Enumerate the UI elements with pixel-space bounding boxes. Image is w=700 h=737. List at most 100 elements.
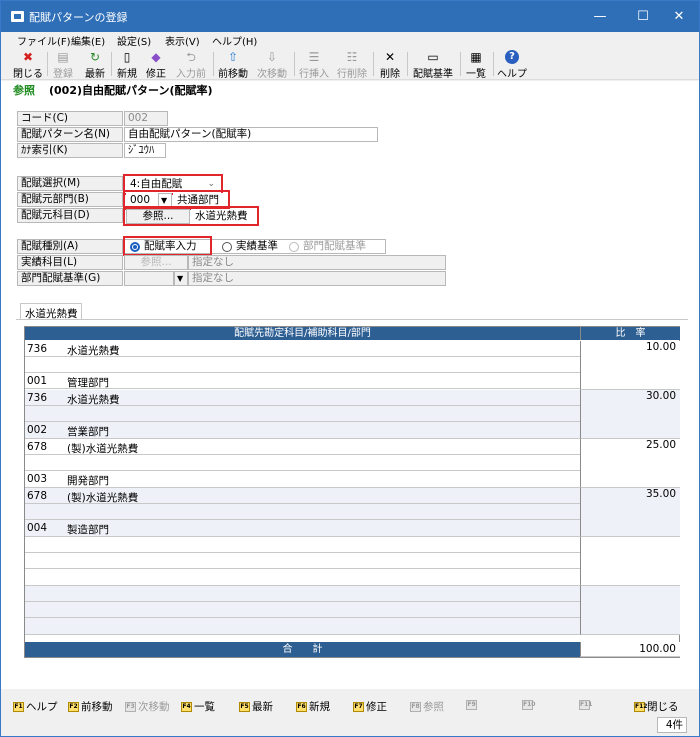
actual-account-value: 指定なし	[188, 255, 446, 270]
table-row[interactable]: 003 開発部門	[25, 471, 580, 488]
fkey-f9: F9	[466, 699, 479, 711]
table-row[interactable]	[25, 537, 580, 553]
menu-file[interactable]: ファイル(F)	[17, 33, 71, 48]
fkey-f12-close[interactable]: F12閉じる	[634, 699, 679, 714]
ratio-cell[interactable]	[580, 537, 680, 586]
table-row[interactable]	[25, 357, 580, 373]
fkey-f2-prev[interactable]: F2 前移動	[68, 699, 113, 714]
toolbar-new-button[interactable]: ▯ 新規	[115, 49, 139, 80]
grid-header-target: 配賦先勘定科目/補助科目/部門	[25, 327, 580, 340]
close-window-button[interactable]: ✕	[657, 1, 699, 32]
tab-water-utility[interactable]: 水道光熱費	[20, 303, 82, 320]
toolbar-prev-button[interactable]: ⇧ 前移動	[216, 49, 250, 80]
register-icon: ▤	[57, 50, 69, 64]
toolbar-separator	[407, 52, 408, 76]
toolbar-insert-row-button[interactable]: ☰ 行挿入	[297, 49, 331, 80]
radio-actual-base-label[interactable]: 実績基準	[236, 240, 278, 253]
pattern-name-field[interactable]: 自由配賦パターン(配賦率)	[124, 127, 378, 142]
function-key-icon: F1	[13, 702, 24, 712]
fkey-f5-refresh[interactable]: F5 最新	[239, 699, 273, 714]
toolbar-register-button[interactable]: ▤ 登録	[51, 49, 75, 80]
title-bar[interactable]: 配賦パターンの登録 — ☐ ✕	[1, 1, 699, 32]
ratio-cell[interactable]: 30.00	[580, 390, 680, 439]
table-row[interactable]: 736 水道光熱費	[25, 341, 580, 357]
menu-help[interactable]: ヘルプ(H)	[212, 33, 257, 48]
table-row[interactable]	[25, 569, 580, 586]
grid-total-value: 100.00	[580, 642, 680, 657]
allocation-grid: 配賦先勘定科目/補助科目/部門 比 率 736 水道光熱費 001 管理部門 10.…	[24, 326, 680, 658]
function-key-bar: F1 ヘルプ F2 前移動 F3 次移動 F4 一覧 F5 最新 F6 新規 F7 修正 F8…	[1, 689, 699, 736]
table-row[interactable]: 002 営業部門	[25, 422, 580, 439]
grid-total-label: 合 計	[25, 642, 580, 657]
new-document-icon: ▯	[123, 50, 131, 64]
function-key-icon: F8	[410, 702, 421, 712]
toolbar-separator	[213, 52, 214, 76]
toolbar-separator	[47, 52, 48, 76]
table-row[interactable]	[25, 455, 580, 471]
table-row[interactable]: 004 製造部門	[25, 520, 580, 537]
kana-index-label: ｶﾅ索引(K)	[17, 143, 123, 158]
ratio-cell[interactable]	[580, 586, 680, 635]
toolbar-close-button[interactable]: ✖ 閉じる	[13, 49, 43, 80]
toolbar-help-button[interactable]: ? ヘルプ	[497, 49, 527, 80]
ratio-cell[interactable]: 35.00	[580, 488, 680, 537]
allocation-base-icon: ▭	[427, 50, 439, 64]
menu-view[interactable]: 表示(V)	[165, 33, 200, 48]
function-key-icon: F7	[353, 702, 364, 712]
table-row[interactable]: 678 (製)水道光熱費	[25, 439, 580, 455]
insert-row-icon: ☰	[308, 50, 320, 64]
minimize-button[interactable]: —	[578, 1, 622, 32]
menu-settings[interactable]: 設定(S)	[117, 33, 151, 48]
pattern-name-label: 配賦パターン名(N)	[17, 127, 123, 142]
close-red-icon: ✖	[22, 50, 34, 64]
ratio-cell[interactable]: 25.00	[580, 439, 680, 488]
dropdown-arrow-icon: ▼	[174, 271, 188, 286]
toolbar-separator	[373, 52, 374, 76]
dept-base-label: 部門配賦基準(G)	[17, 271, 123, 286]
highlight-box	[123, 236, 212, 256]
app-window: 配賦パターンの登録 — ☐ ✕ ファイル(F) 編集(E) 設定(S) 表示(V…	[0, 0, 700, 737]
function-key-icon: F4	[181, 702, 192, 712]
allocation-kind-label: 配賦種別(A)	[17, 239, 123, 254]
toolbar-edit-button[interactable]: ◆ 修正	[144, 49, 168, 80]
toolbar-allocation-base-button[interactable]: ▭ 配賦基準	[411, 49, 455, 80]
arrow-down-icon: ⇩	[266, 50, 278, 64]
table-row[interactable]: 001 管理部門	[25, 373, 580, 389]
fkey-f7-edit[interactable]: F7 修正	[353, 699, 387, 714]
table-row[interactable]	[25, 602, 580, 618]
actual-account-ref-button: 参照...	[124, 255, 188, 270]
table-row[interactable]	[25, 406, 580, 422]
fkey-f1-help[interactable]: F1 ヘルプ	[13, 699, 58, 714]
dept-base-code-field	[124, 271, 174, 286]
window-title: 配賦パターンの登録	[29, 11, 128, 24]
actual-account-label: 実績科目(L)	[17, 255, 123, 270]
ratio-cell[interactable]: 10.00	[580, 341, 680, 390]
radio-unselected-icon[interactable]	[222, 242, 232, 252]
function-key-icon: F3	[125, 702, 136, 712]
list-icon: ▦	[470, 50, 482, 64]
kana-index-field[interactable]: ｼﾞﾕｳﾊ	[124, 143, 166, 158]
table-row[interactable]: 678 (製)水道光熱費	[25, 488, 580, 504]
fkey-f4-list[interactable]: F4 一覧	[181, 699, 215, 714]
table-row[interactable]: 736 水道光熱費	[25, 390, 580, 406]
fkey-f11: F11	[579, 699, 592, 711]
radio-disabled-icon	[289, 242, 299, 252]
table-row[interactable]	[25, 618, 580, 635]
function-key-icon: F10	[522, 700, 536, 710]
toolbar-refresh-button[interactable]: ↻ 最新	[83, 49, 107, 80]
delete-row-icon: ☷	[346, 50, 358, 64]
table-row[interactable]	[25, 553, 580, 569]
fkey-f6-new[interactable]: F6 新規	[296, 699, 330, 714]
table-row[interactable]	[25, 586, 580, 602]
menu-edit[interactable]: 編集(E)	[71, 33, 105, 48]
dept-base-value: 指定なし	[188, 271, 446, 286]
toolbar-list-button[interactable]: ▦ 一覧	[464, 49, 488, 80]
toolbar-delete-button[interactable]: ✕ 削除	[378, 49, 402, 80]
toolbar-next-button[interactable]: ⇩ 次移動	[255, 49, 289, 80]
toolbar-delete-row-button[interactable]: ☷ 行削除	[335, 49, 369, 80]
table-row[interactable]	[25, 504, 580, 520]
radio-dept-base-label: 部門配賦基準	[303, 240, 366, 252]
toolbar-undo-input-button[interactable]: ⮌ 入力前	[173, 49, 209, 80]
highlight-box	[123, 206, 259, 226]
function-key-icon: F6	[296, 702, 307, 712]
